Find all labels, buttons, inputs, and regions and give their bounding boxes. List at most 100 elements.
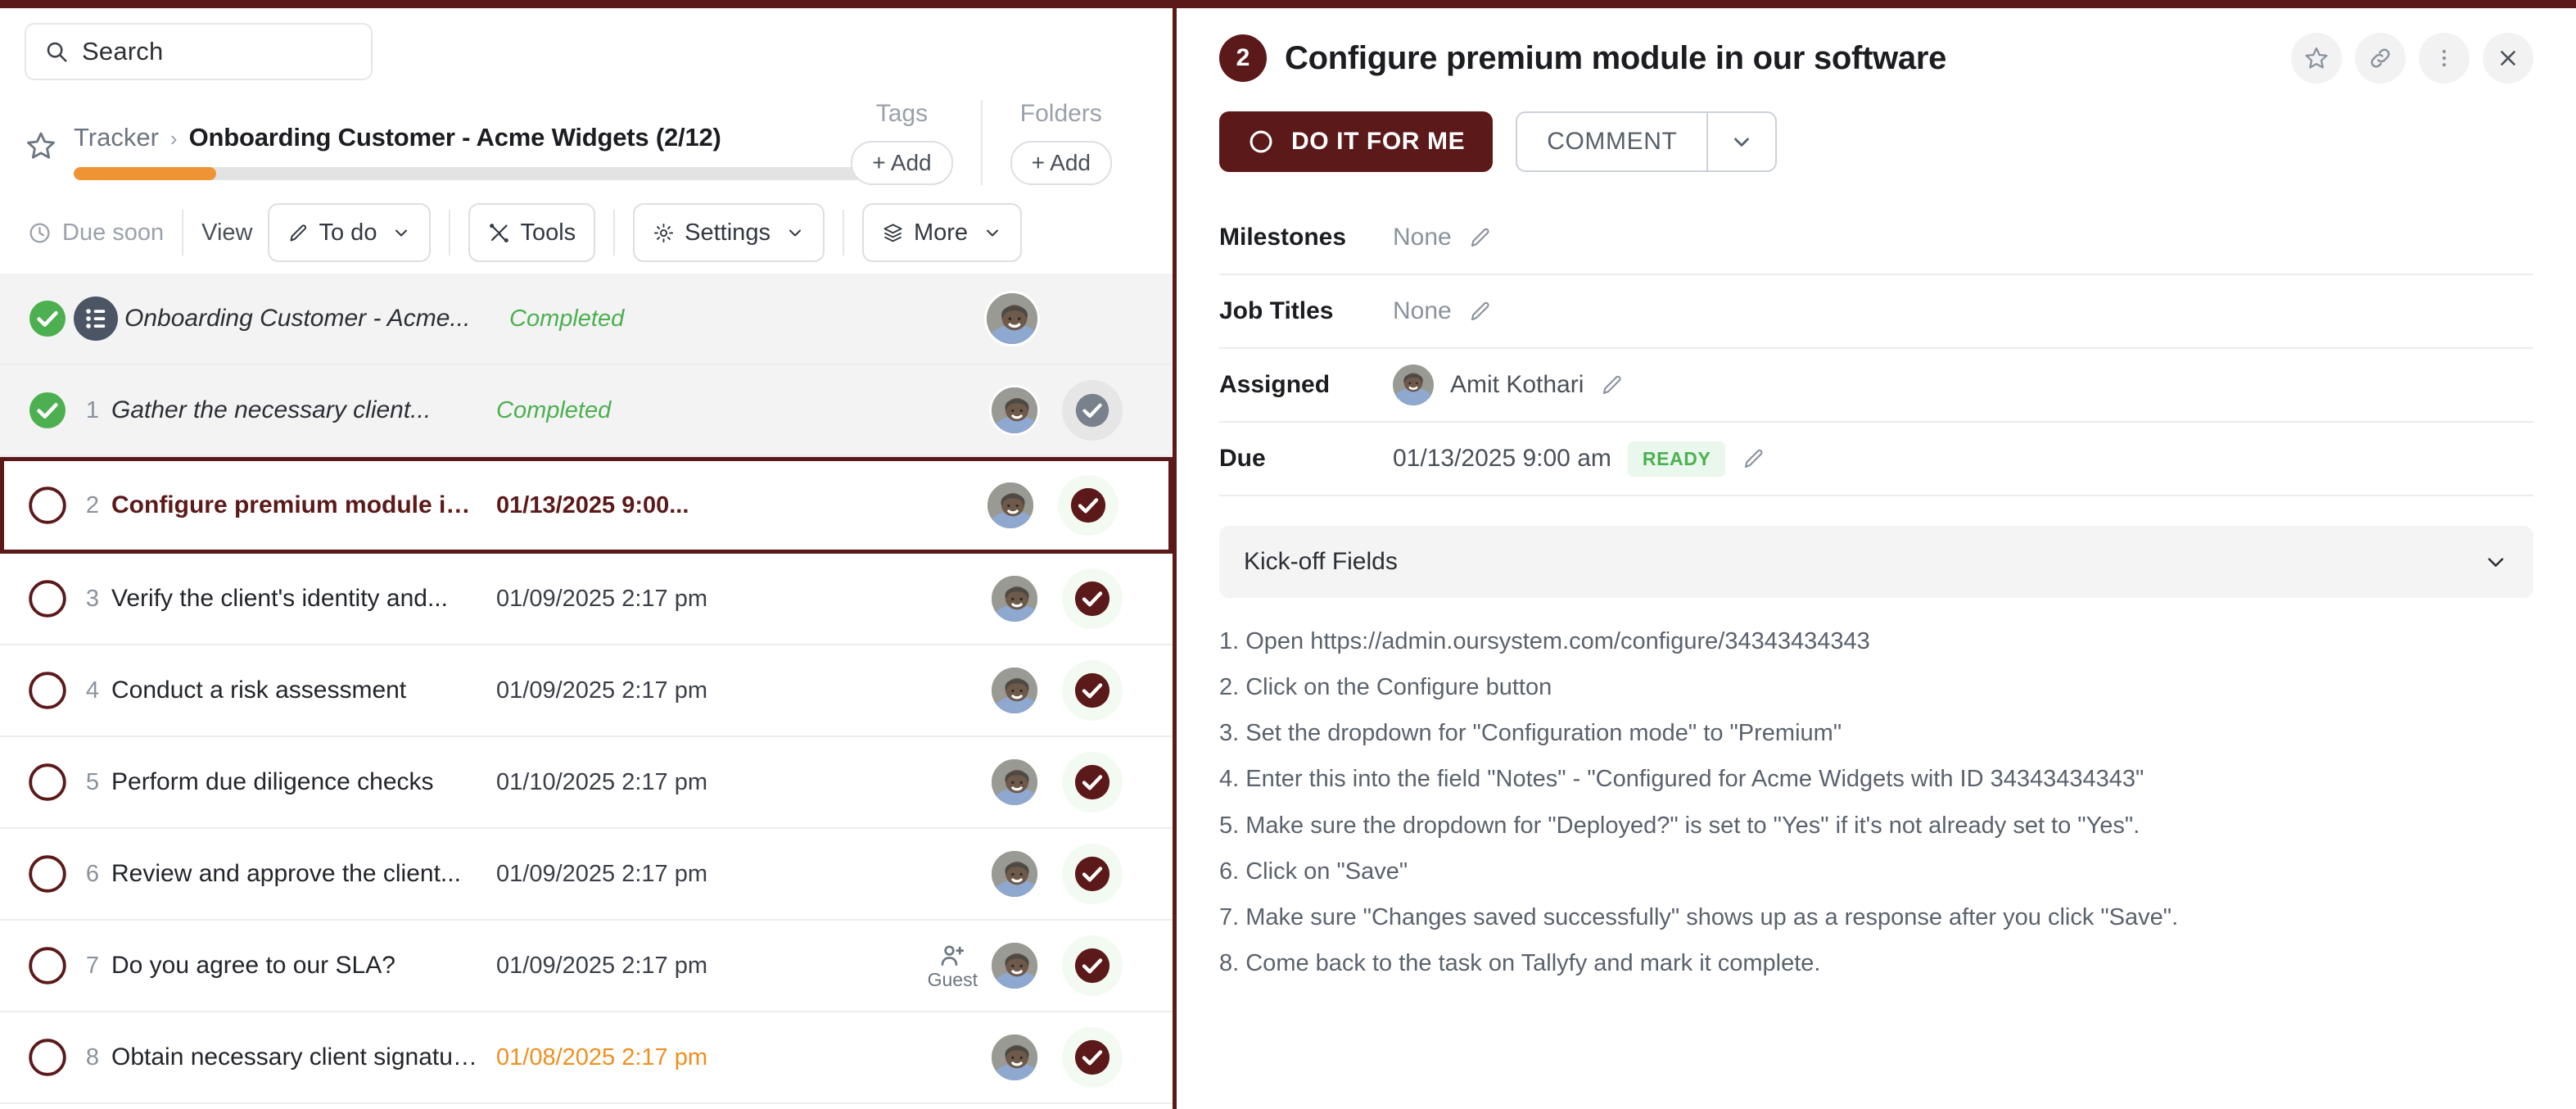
task-due-date: 01/09/2025 2:17 pm bbox=[496, 677, 707, 704]
assignee-avatar[interactable] bbox=[989, 849, 1040, 899]
task-row[interactable]: Onboarding Customer - Acme... Completed bbox=[0, 274, 1173, 365]
view-todo-dropdown[interactable]: To do bbox=[267, 203, 432, 262]
assignee-avatar[interactable] bbox=[989, 385, 1040, 436]
wrench-icon bbox=[488, 222, 510, 244]
mark-complete-button[interactable] bbox=[1062, 844, 1123, 904]
mark-complete-button[interactable] bbox=[1062, 752, 1123, 813]
favorite-star-button[interactable] bbox=[25, 123, 69, 162]
metadata-row: Milestones None bbox=[1219, 201, 2533, 275]
edit-pencil-icon[interactable] bbox=[1468, 225, 1493, 250]
task-due-date: 01/09/2025 2:17 pm bbox=[496, 585, 707, 612]
task-action-slot[interactable] bbox=[1040, 935, 1145, 996]
process-list-panel: Search Tracker › Onboarding Customer - A… bbox=[0, 0, 1177, 1109]
more-dropdown[interactable]: More bbox=[861, 203, 1023, 262]
assignee-avatar[interactable] bbox=[989, 665, 1040, 716]
task-action-slot[interactable] bbox=[1040, 752, 1145, 813]
assignee-avatar[interactable] bbox=[989, 1032, 1040, 1083]
favorite-star-button[interactable] bbox=[2291, 33, 2342, 84]
assignee-avatar[interactable] bbox=[985, 480, 1036, 531]
instruction-step: 2. Click on the Configure button bbox=[1219, 674, 1552, 701]
assignee-avatar[interactable] bbox=[989, 757, 1040, 808]
task-complete-checkbox[interactable] bbox=[21, 946, 74, 985]
task-complete-checkbox[interactable] bbox=[21, 486, 74, 525]
comment-dropdown-toggle[interactable] bbox=[1706, 113, 1775, 170]
task-row[interactable]: 2 Configure premium module in o... 01/13/2… bbox=[0, 457, 1173, 554]
mark-complete-button[interactable] bbox=[1062, 568, 1123, 629]
mark-complete-button[interactable] bbox=[1062, 935, 1123, 996]
metadata-value-group: 01/13/2025 9:00 am READY bbox=[1393, 441, 1766, 477]
metadata-row: Assigned Amit Kothari bbox=[1219, 349, 2533, 423]
instruction-step: 3. Set the dropdown for "Configuration m… bbox=[1219, 720, 1842, 747]
circle-outline-icon bbox=[1247, 128, 1275, 156]
task-complete-checkbox[interactable] bbox=[21, 299, 74, 338]
task-action-slot[interactable] bbox=[1036, 475, 1141, 536]
search-input[interactable]: Search bbox=[25, 23, 373, 80]
breadcrumb-root-link[interactable]: Tracker bbox=[74, 123, 159, 152]
task-action-slot[interactable] bbox=[1040, 844, 1145, 904]
task-row-title: Perform due diligence checks bbox=[111, 768, 434, 795]
close-button[interactable] bbox=[2483, 33, 2533, 84]
comment-button[interactable]: COMMENT bbox=[1517, 113, 1706, 170]
add-tag-button[interactable]: + Add bbox=[851, 141, 953, 185]
task-row-right bbox=[989, 752, 1173, 813]
task-row[interactable]: 4 Conduct a risk assessment 01/09/2025 2:1… bbox=[0, 645, 1173, 737]
task-row[interactable]: 6 Review and approve the client... 01/09/2… bbox=[0, 829, 1173, 921]
task-status-label: Completed bbox=[496, 396, 612, 423]
comment-split-button[interactable]: COMMENT bbox=[1516, 111, 1778, 172]
task-step-number: 2 bbox=[85, 491, 100, 518]
task-complete-checkbox[interactable] bbox=[21, 671, 74, 710]
task-row[interactable]: 1 Gather the necessary client... Completed bbox=[0, 365, 1173, 457]
edit-pencil-icon[interactable] bbox=[1742, 446, 1766, 471]
tools-button[interactable]: Tools bbox=[468, 203, 596, 262]
due-soon-filter[interactable]: Due soon bbox=[28, 203, 164, 262]
task-complete-checkbox[interactable] bbox=[21, 854, 74, 894]
task-action-slot[interactable] bbox=[1040, 380, 1145, 441]
assignee-avatar[interactable] bbox=[984, 291, 1040, 346]
add-guest-button[interactable]: Guest bbox=[928, 942, 978, 989]
task-row[interactable]: 7 Do you agree to our SLA? 01/09/2025 2:17… bbox=[0, 921, 1173, 1012]
metadata-label: Job Titles bbox=[1219, 297, 1334, 324]
edit-pencil-icon[interactable] bbox=[1468, 299, 1493, 324]
task-due-date: 01/08/2025 2:17 pm bbox=[496, 1043, 707, 1071]
assignee-avatar[interactable] bbox=[989, 573, 1040, 624]
assignee-avatar bbox=[1393, 364, 1434, 405]
settings-dropdown[interactable]: Settings bbox=[633, 203, 825, 262]
do-it-for-me-button[interactable]: DO IT FOR ME bbox=[1219, 111, 1494, 172]
task-step-number: 1 bbox=[85, 396, 100, 423]
task-step-number: 8 bbox=[85, 1043, 100, 1071]
search-icon bbox=[44, 39, 69, 64]
clock-icon bbox=[28, 221, 52, 245]
task-action-slot[interactable] bbox=[1040, 660, 1145, 721]
kebab-menu-button[interactable] bbox=[2419, 33, 2470, 84]
task-complete-checkbox[interactable] bbox=[21, 579, 74, 618]
mark-complete-button[interactable] bbox=[1062, 660, 1123, 721]
task-complete-checkbox[interactable] bbox=[21, 1038, 74, 1077]
edit-pencil-icon[interactable] bbox=[1600, 373, 1625, 397]
task-complete-checkbox[interactable] bbox=[21, 391, 74, 430]
tags-folders-area: Tags + Add Folders + Add bbox=[823, 100, 1140, 185]
copy-link-button[interactable] bbox=[2355, 33, 2406, 84]
task-action-slot[interactable] bbox=[1040, 1027, 1145, 1088]
view-label: View bbox=[201, 219, 253, 246]
pencil-icon bbox=[287, 222, 310, 244]
task-status-label: Completed bbox=[509, 305, 625, 332]
task-metadata-list: Milestones None Job Titles None Assigned A… bbox=[1219, 201, 2533, 496]
kick-off-fields-section[interactable]: Kick-off Fields bbox=[1219, 526, 2533, 598]
page-title: Onboarding Customer - Acme Widgets (2/12… bbox=[188, 123, 721, 152]
task-complete-checkbox[interactable] bbox=[21, 763, 74, 802]
task-row[interactable]: 3 Verify the client's identity and... 01/0… bbox=[0, 554, 1173, 645]
mark-complete-button[interactable] bbox=[1062, 1027, 1123, 1088]
folders-column: Folders + Add bbox=[980, 100, 1140, 185]
task-row-title: Do you agree to our SLA? bbox=[111, 952, 395, 979]
task-row[interactable]: 8 Obtain necessary client signatures 01/08… bbox=[0, 1012, 1173, 1104]
task-action-slot[interactable] bbox=[1040, 568, 1145, 629]
completed-indicator[interactable] bbox=[1062, 380, 1123, 441]
assignee-avatar[interactable] bbox=[989, 940, 1040, 991]
add-folder-button[interactable]: + Add bbox=[1010, 141, 1112, 185]
task-row[interactable]: 5 Perform due diligence checks 01/10/2025 … bbox=[0, 737, 1173, 829]
mark-complete-button[interactable] bbox=[1058, 475, 1119, 536]
kick-off-fields-title: Kick-off Fields bbox=[1244, 548, 1398, 575]
task-row-right bbox=[985, 475, 1168, 536]
task-step-number: 6 bbox=[85, 860, 100, 887]
layers-icon bbox=[882, 222, 904, 244]
